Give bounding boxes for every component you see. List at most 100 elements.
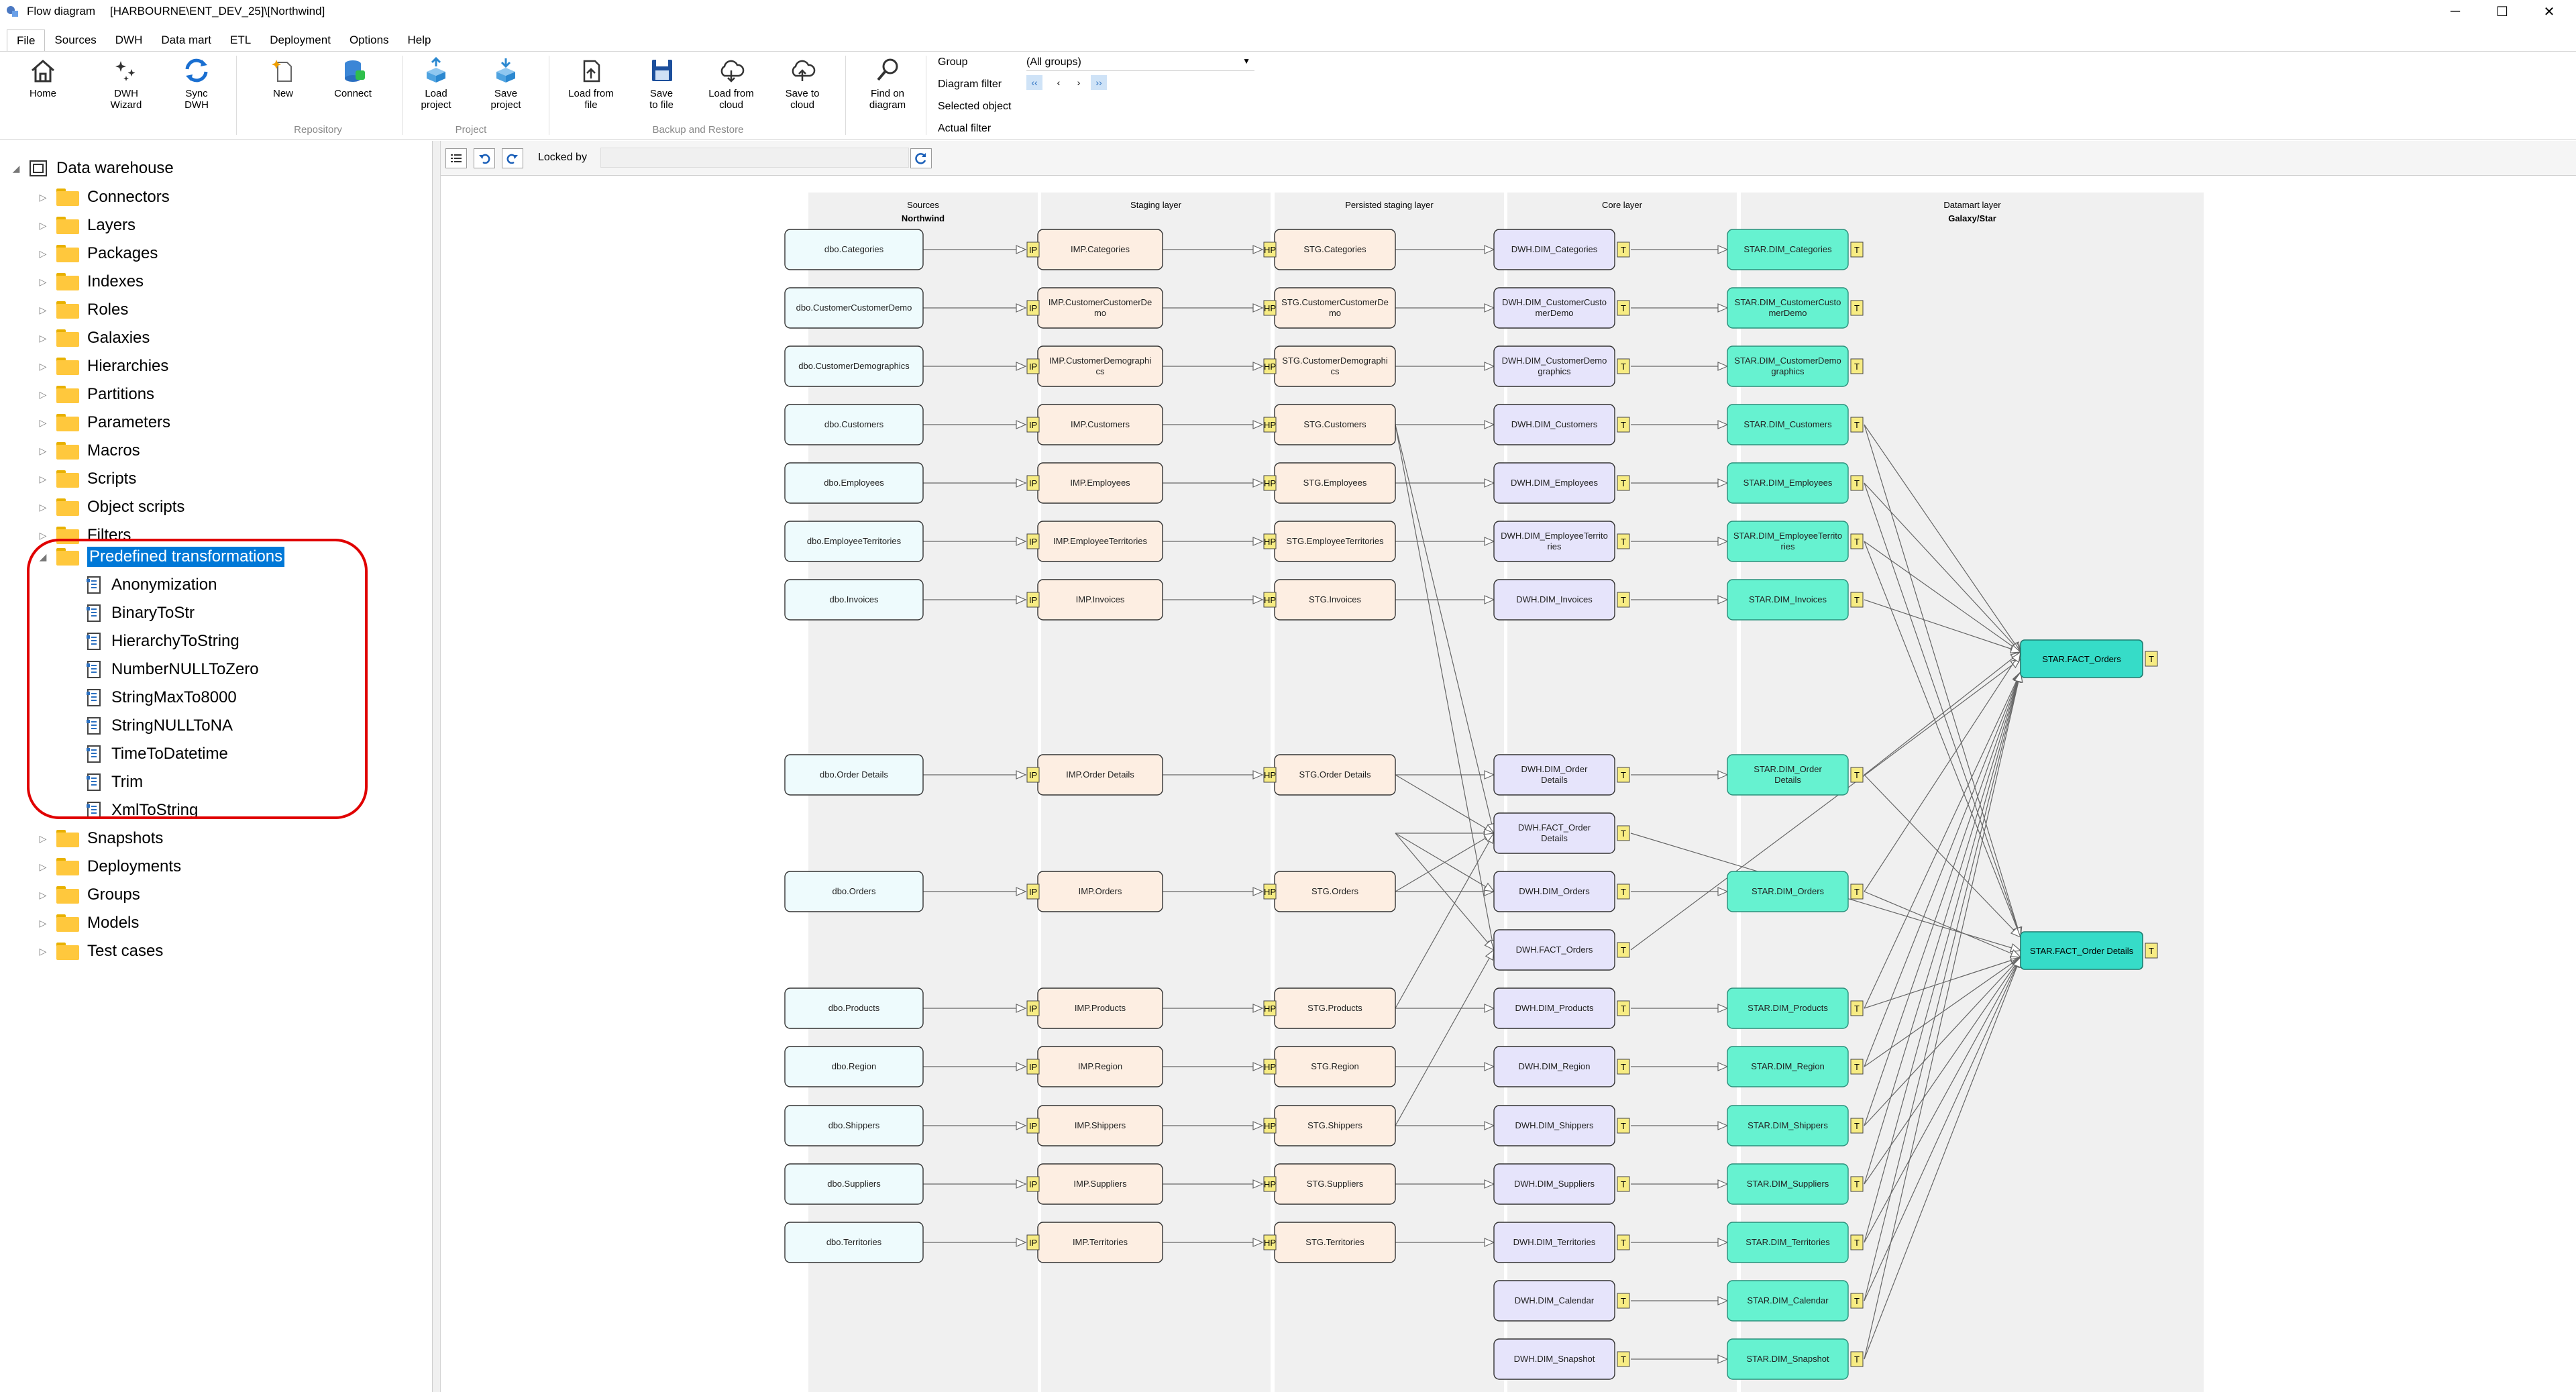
datamart-star-dim-orders-node[interactable]: STAR.DIM_Orders T: [1727, 871, 1864, 912]
tree-node-object-scripts[interactable]: ▷ Object scripts: [36, 494, 184, 521]
staging-imp-orders-node[interactable]: IMP.Orders IP: [1026, 871, 1163, 912]
tree-node-roles[interactable]: ▷ Roles: [36, 297, 128, 323]
core-dwh-dim-shippers-node[interactable]: DWH.DIM_Shippers T: [1493, 1105, 1630, 1146]
persisted-stg-customercustomerde-mo-node[interactable]: STG.CustomerCustomerDemo HP: [1263, 287, 1396, 329]
menu-file[interactable]: File: [7, 30, 46, 51]
staging-imp-suppliers-node[interactable]: IMP.Suppliers IP: [1026, 1163, 1163, 1205]
staging-imp-customers-node[interactable]: IMP.Customers IP: [1026, 404, 1163, 445]
tree-node-parameters[interactable]: ▷ Parameters: [36, 409, 170, 436]
tree-root-data-warehouse[interactable]: ◢ Data warehouse: [9, 155, 174, 182]
persisted-stg-products-node[interactable]: STG.Products HP: [1263, 987, 1396, 1029]
core-dwh-dim-region-node[interactable]: DWH.DIM_Region T: [1493, 1046, 1630, 1087]
find-on-diagram-button[interactable]: Find on diagram: [855, 56, 920, 111]
source-dbo-order-details-node[interactable]: dbo.Order Details: [784, 754, 924, 796]
tree-node-partitions[interactable]: ▷ Partitions: [36, 381, 154, 408]
source-dbo-customerdemographics-node[interactable]: dbo.CustomerDemographics: [784, 345, 924, 387]
expand-icon[interactable]: ▷: [36, 861, 50, 873]
core-dwh-fact-orders-node[interactable]: DWH.FACT_Orders T: [1493, 929, 1630, 971]
expand-icon[interactable]: ▷: [36, 305, 50, 316]
staging-imp-customercustomerde-mo-node[interactable]: IMP.CustomerCustomerDemo IP: [1026, 287, 1163, 329]
expand-icon[interactable]: ▷: [36, 389, 50, 400]
core-dwh-dim-customercusto-merdemo-node[interactable]: DWH.DIM_CustomerCustomerDemo T: [1493, 287, 1630, 329]
tree-node-layers[interactable]: ▷ Layers: [36, 212, 136, 239]
menu-etl[interactable]: ETL: [221, 30, 260, 51]
persisted-stg-region-node[interactable]: STG.Region HP: [1263, 1046, 1396, 1087]
expand-icon[interactable]: ▷: [36, 445, 50, 457]
datamart-star-dim-region-node[interactable]: STAR.DIM_Region T: [1727, 1046, 1864, 1087]
source-dbo-invoices-node[interactable]: dbo.Invoices: [784, 579, 924, 621]
source-dbo-shippers-node[interactable]: dbo.Shippers: [784, 1105, 924, 1146]
redo-button[interactable]: [502, 148, 523, 168]
datamart-star-dim-employeeterrito-ries-node[interactable]: STAR.DIM_EmployeeTerritories T: [1727, 521, 1864, 562]
fact-star-fact-order-details-node[interactable]: STAR.FACT_Order Details T: [2020, 931, 2158, 970]
persisted-stg-shippers-node[interactable]: STG.Shippers HP: [1263, 1105, 1396, 1146]
datamart-star-dim-customercusto-merdemo-node[interactable]: STAR.DIM_CustomerCustomerDemo T: [1727, 287, 1864, 329]
tree-node-macros[interactable]: ▷ Macros: [36, 437, 140, 464]
expand-icon[interactable]: ▷: [36, 833, 50, 845]
list-view-button[interactable]: [445, 148, 467, 168]
collapse-icon[interactable]: ◢: [9, 163, 23, 174]
persisted-stg-customerdemographi-cs-node[interactable]: STG.CustomerDemographics HP: [1263, 345, 1396, 387]
core-dwh-fact-order-details-node[interactable]: DWH.FACT_OrderDetails T: [1493, 812, 1630, 854]
source-dbo-territories-node[interactable]: dbo.Territories: [784, 1222, 924, 1263]
expand-icon[interactable]: ▷: [36, 474, 50, 485]
tree-node-indexes[interactable]: ▷ Indexes: [36, 268, 144, 295]
source-dbo-products-node[interactable]: dbo.Products: [784, 987, 924, 1029]
datamart-star-dim-invoices-node[interactable]: STAR.DIM_Invoices T: [1727, 579, 1864, 621]
datamart-star-dim-shippers-node[interactable]: STAR.DIM_Shippers T: [1727, 1105, 1864, 1146]
expand-icon[interactable]: ▷: [36, 192, 50, 203]
core-dwh-dim-order-details-node[interactable]: DWH.DIM_OrderDetails T: [1493, 754, 1630, 796]
minimize-button[interactable]: ─: [2428, 0, 2482, 23]
source-dbo-region-node[interactable]: dbo.Region: [784, 1046, 924, 1087]
staging-imp-shippers-node[interactable]: IMP.Shippers IP: [1026, 1105, 1163, 1146]
home-button[interactable]: Home: [11, 56, 75, 99]
refresh-button[interactable]: [910, 148, 932, 168]
dwh-wizard-button[interactable]: DWH Wizard: [94, 56, 158, 111]
connect-button[interactable]: Connect: [321, 56, 385, 99]
core-dwh-dim-customerdemo-graphics-node[interactable]: DWH.DIM_CustomerDemographics T: [1493, 345, 1630, 387]
expand-icon[interactable]: ▷: [36, 918, 50, 929]
datamart-star-dim-customers-node[interactable]: STAR.DIM_Customers T: [1727, 404, 1864, 445]
persisted-stg-invoices-node[interactable]: STG.Invoices HP: [1263, 579, 1396, 621]
expand-icon[interactable]: ▷: [36, 890, 50, 901]
source-dbo-customercustomerdemo-node[interactable]: dbo.CustomerCustomerDemo: [784, 287, 924, 329]
core-dwh-dim-snapshot-node[interactable]: DWH.DIM_Snapshot T: [1493, 1338, 1630, 1380]
core-dwh-dim-employeeterrito-ries-node[interactable]: DWH.DIM_EmployeeTerritories T: [1493, 521, 1630, 562]
datamart-star-dim-calendar-node[interactable]: STAR.DIM_Calendar T: [1727, 1280, 1864, 1322]
core-dwh-dim-products-node[interactable]: DWH.DIM_Products T: [1493, 987, 1630, 1029]
core-dwh-dim-invoices-node[interactable]: DWH.DIM_Invoices T: [1493, 579, 1630, 621]
source-dbo-employees-node[interactable]: dbo.Employees: [784, 462, 924, 504]
source-dbo-employeeterritories-node[interactable]: dbo.EmployeeTerritories: [784, 521, 924, 562]
tree-node-connectors[interactable]: ▷ Connectors: [36, 184, 170, 211]
tree-node-scripts[interactable]: ▷ Scripts: [36, 466, 136, 492]
first-button[interactable]: ‹‹: [1026, 75, 1042, 90]
close-button[interactable]: ✕: [2522, 0, 2576, 23]
source-dbo-customers-node[interactable]: dbo.Customers: [784, 404, 924, 445]
core-dwh-dim-employees-node[interactable]: DWH.DIM_Employees T: [1493, 462, 1630, 504]
last-button[interactable]: ››: [1091, 75, 1107, 90]
source-dbo-categories-node[interactable]: dbo.Categories: [784, 229, 924, 270]
persisted-stg-orders-node[interactable]: STG.Orders HP: [1263, 871, 1396, 912]
persisted-stg-order-details-node[interactable]: STG.Order Details HP: [1263, 754, 1396, 796]
tree-node-packages[interactable]: ▷ Packages: [36, 240, 158, 267]
expand-icon[interactable]: ▷: [36, 417, 50, 429]
datamart-star-dim-order-details-node[interactable]: STAR.DIM_OrderDetails T: [1727, 754, 1864, 796]
new-button[interactable]: New: [251, 56, 315, 99]
expand-icon[interactable]: ▷: [36, 248, 50, 260]
save-project-button[interactable]: Save project: [474, 56, 538, 111]
datamart-star-dim-customerdemo-graphics-node[interactable]: STAR.DIM_CustomerDemographics T: [1727, 345, 1864, 387]
staging-imp-products-node[interactable]: IMP.Products IP: [1026, 987, 1163, 1029]
menu-options[interactable]: Options: [340, 30, 398, 51]
expand-icon[interactable]: ▷: [36, 502, 50, 513]
core-dwh-dim-suppliers-node[interactable]: DWH.DIM_Suppliers T: [1493, 1163, 1630, 1205]
load-from-file-button[interactable]: Load from file: [559, 56, 623, 111]
save-to-file-button[interactable]: Save to file: [629, 56, 694, 111]
staging-imp-employeeterritories-node[interactable]: IMP.EmployeeTerritories IP: [1026, 521, 1163, 562]
group-select[interactable]: (All groups) ▼: [1026, 56, 1254, 71]
expand-icon[interactable]: ▷: [36, 361, 50, 372]
datamart-star-dim-suppliers-node[interactable]: STAR.DIM_Suppliers T: [1727, 1163, 1864, 1205]
core-dwh-dim-categories-node[interactable]: DWH.DIM_Categories T: [1493, 229, 1630, 270]
staging-imp-region-node[interactable]: IMP.Region IP: [1026, 1046, 1163, 1087]
datamart-star-dim-employees-node[interactable]: STAR.DIM_Employees T: [1727, 462, 1864, 504]
fact-star-fact-orders-node[interactable]: STAR.FACT_Orders T: [2020, 639, 2158, 678]
